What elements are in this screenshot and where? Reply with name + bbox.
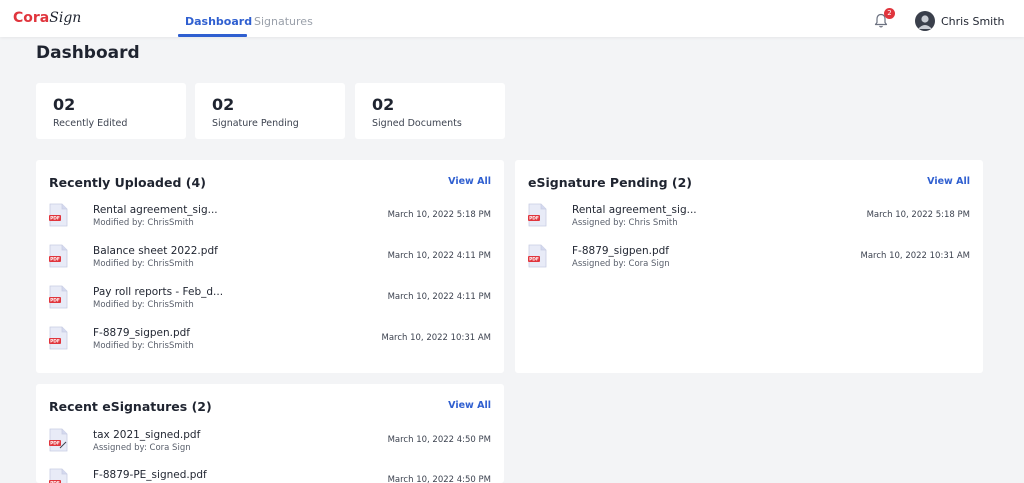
file-name: tax 2021_signed.pdf	[93, 429, 201, 441]
list-item[interactable]: PDF tax 2021_signed.pdf Assigned by: Cor…	[36, 428, 504, 464]
user-avatar[interactable]	[915, 11, 935, 31]
file-modified-by: Modified by: ChrisSmith	[93, 300, 194, 310]
pdf-file-icon: PDF	[49, 285, 68, 309]
tab-signatures[interactable]: Signatures	[254, 15, 313, 28]
file-date: March 10, 2022 5:18 PM	[866, 210, 970, 220]
view-all-link[interactable]: View All	[448, 400, 491, 411]
svg-text:PDF: PDF	[529, 216, 539, 222]
file-name: F-8879-PE_signed.pdf	[93, 469, 207, 481]
panel-title: Recently Uploaded (4)	[49, 175, 206, 190]
pdf-file-icon: PDF	[49, 326, 68, 350]
stat-value: 02	[53, 95, 76, 114]
svg-text:PDF: PDF	[50, 441, 60, 447]
pdf-file-icon: PDF	[528, 203, 547, 227]
stat-card-recently-edited[interactable]: 02 Recently Edited	[36, 83, 186, 139]
view-all-link[interactable]: View All	[927, 176, 970, 187]
signed-pdf-icon: PDF	[49, 468, 68, 483]
list-item[interactable]: PDF Rental agreement_sig... Modified by:…	[36, 203, 504, 239]
list-item[interactable]: PDF Pay roll reports - Feb_d... Modified…	[36, 285, 504, 321]
file-name: Rental agreement_sig...	[572, 204, 697, 216]
file-assigned-by: Assigned by: Cora Sign	[93, 443, 191, 453]
svg-text:PDF: PDF	[50, 257, 60, 263]
stat-label: Signature Pending	[212, 118, 299, 129]
active-tab-indicator	[178, 34, 247, 37]
signed-pdf-icon: PDF	[49, 428, 68, 452]
list-item[interactable]: PDF F-8879_sigpen.pdf Modified by: Chris…	[36, 326, 504, 362]
esignature-pending-panel: eSignature Pending (2) View All PDF Rent…	[515, 160, 983, 373]
panel-title: eSignature Pending (2)	[528, 175, 693, 190]
recent-esignatures-panel: Recent eSignatures (2) View All PDF tax …	[36, 384, 504, 483]
file-name: Rental agreement_sig...	[93, 204, 218, 216]
file-date: March 10, 2022 4:50 PM	[387, 435, 491, 445]
list-item[interactable]: PDF F-8879_sigpen.pdf Assigned by: Cora …	[515, 244, 983, 280]
panel-title: Recent eSignatures (2)	[49, 399, 212, 414]
user-name[interactable]: Chris Smith	[941, 15, 1005, 28]
tab-dashboard[interactable]: Dashboard	[185, 15, 252, 28]
file-assigned-by: Assigned by: Chris Smith	[572, 218, 678, 228]
file-name: Balance sheet 2022.pdf	[93, 245, 218, 257]
page-title: Dashboard	[36, 43, 140, 63]
file-modified-by: Modified by: ChrisSmith	[93, 259, 194, 269]
svg-text:PDF: PDF	[50, 298, 60, 304]
file-modified-by: Modified by: ChrisSmith	[93, 341, 194, 351]
file-date: March 10, 2022 4:11 PM	[387, 251, 491, 261]
list-item[interactable]: PDF Rental agreement_sig... Assigned by:…	[515, 203, 983, 239]
file-date: March 10, 2022 5:18 PM	[387, 210, 491, 220]
svg-text:PDF: PDF	[50, 216, 60, 222]
logo-primary: Cora	[13, 10, 50, 26]
file-date: March 10, 2022 10:31 AM	[381, 333, 491, 343]
user-avatar-icon	[918, 15, 932, 29]
file-assigned-by: Assigned by: Cora Sign	[572, 259, 670, 269]
stat-card-signed-documents[interactable]: 02 Signed Documents	[355, 83, 505, 139]
stat-value: 02	[212, 95, 235, 114]
file-name: F-8879_sigpen.pdf	[572, 245, 669, 257]
logo-secondary: Sign	[49, 10, 82, 26]
notification-badge: 2	[884, 8, 895, 19]
list-item[interactable]: PDF F-8879-PE_signed.pdf March 10, 2022 …	[36, 468, 504, 483]
stat-value: 02	[372, 95, 395, 114]
stat-card-signature-pending[interactable]: 02 Signature Pending	[195, 83, 345, 139]
recently-uploaded-panel: Recently Uploaded (4) View All PDF Renta…	[36, 160, 504, 373]
view-all-link[interactable]: View All	[448, 176, 491, 187]
file-modified-by: Modified by: ChrisSmith	[93, 218, 194, 228]
file-date: March 10, 2022 4:11 PM	[387, 292, 491, 302]
stat-label: Signed Documents	[372, 118, 462, 129]
pdf-file-icon: PDF	[528, 244, 547, 268]
svg-text:PDF: PDF	[50, 339, 60, 345]
file-name: Pay roll reports - Feb_d...	[93, 286, 224, 298]
top-nav-bar: CoraSign Dashboard Signatures 2 Chris Sm…	[0, 0, 1024, 37]
file-name: F-8879_sigpen.pdf	[93, 327, 190, 339]
list-item[interactable]: PDF Balance sheet 2022.pdf Modified by: …	[36, 244, 504, 280]
stat-label: Recently Edited	[53, 118, 128, 129]
svg-text:PDF: PDF	[529, 257, 539, 263]
app-logo[interactable]: CoraSign	[13, 10, 81, 26]
pdf-file-icon: PDF	[49, 203, 68, 227]
file-date: March 10, 2022 10:31 AM	[860, 251, 970, 261]
pdf-file-icon: PDF	[49, 244, 68, 268]
file-date: March 10, 2022 4:50 PM	[387, 475, 491, 483]
